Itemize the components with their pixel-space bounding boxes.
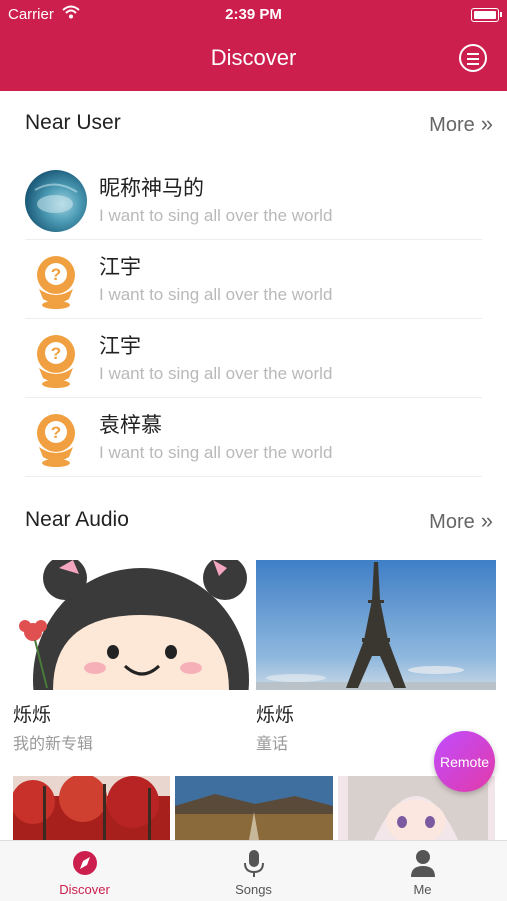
tab-label: Me <box>413 882 432 897</box>
audio-title: 烁烁 <box>13 705 52 726</box>
user-name: 江宇 <box>99 335 141 358</box>
battery-icon <box>471 8 502 22</box>
user-subtitle: I want to sing all over the world <box>99 285 333 304</box>
more-label: More <box>429 511 475 533</box>
user-name: 昵称神马的 <box>99 177 204 200</box>
person-icon <box>409 849 437 884</box>
tab-songs[interactable]: Songs <box>169 841 338 901</box>
divider <box>25 476 482 477</box>
audio-subtitle: 童话 <box>256 736 289 753</box>
user-name: 袁梓慕 <box>99 414 162 437</box>
tab-me[interactable]: Me <box>338 841 507 901</box>
audio-title: 烁烁 <box>256 705 295 726</box>
status-bar: Carrier 2:39 PM <box>0 0 507 30</box>
svg-text:?: ? <box>51 344 61 363</box>
eiffel-tower-cover-image <box>256 560 496 690</box>
audio-subtitle: 我的新专辑 <box>13 736 94 753</box>
autumn-trees-thumbnail[interactable] <box>13 776 170 840</box>
near-audio-header: Near Audio More» <box>0 500 507 540</box>
road-landscape-thumbnail[interactable] <box>175 776 333 840</box>
near-user-more-button[interactable]: More» <box>429 111 493 137</box>
remote-label: Remote <box>439 753 490 770</box>
user-row[interactable]: ? 江宇 I want to sing all over the world <box>0 239 507 319</box>
user-subtitle: I want to sing all over the world <box>99 364 333 383</box>
user-row[interactable]: 昵称神马的 I want to sing all over the world <box>0 160 507 240</box>
default-avatar-icon: ? <box>25 249 87 311</box>
section-title: Near User <box>25 111 121 134</box>
default-avatar-icon: ? <box>25 407 87 469</box>
user-row[interactable]: ? 袁梓慕 I want to sing all over the world <box>0 397 507 477</box>
microphone-icon <box>240 849 268 884</box>
nav-bar: Discover <box>0 30 507 91</box>
tab-bar: Discover Songs Me <box>0 840 507 901</box>
avatar <box>25 170 87 232</box>
svg-text:?: ? <box>51 423 61 442</box>
menu-icon[interactable] <box>459 44 487 72</box>
double-chevron-right-icon: » <box>480 508 493 533</box>
default-avatar-icon: ? <box>25 328 87 390</box>
section-title: Near Audio <box>25 508 129 531</box>
more-label: More <box>429 114 475 136</box>
compass-icon <box>71 849 99 882</box>
remote-button[interactable]: Remote <box>434 731 495 792</box>
double-chevron-right-icon: » <box>480 111 493 136</box>
user-subtitle: I want to sing all over the world <box>99 206 333 225</box>
near-user-header: Near User More» <box>0 103 507 143</box>
user-subtitle: I want to sing all over the world <box>99 443 333 462</box>
tab-discover[interactable]: Discover <box>0 841 169 901</box>
cartoon-girl-cover-image <box>13 560 253 690</box>
svg-text:?: ? <box>51 265 61 284</box>
tab-label: Discover <box>59 882 110 897</box>
tab-label: Songs <box>235 882 272 897</box>
user-name: 江宇 <box>99 256 141 279</box>
clock: 2:39 PM <box>225 6 282 23</box>
page-title: Discover <box>210 45 297 70</box>
user-row[interactable]: ? 江宇 I want to sing all over the world <box>0 318 507 398</box>
audio-card[interactable]: 烁烁 童话 <box>256 560 496 760</box>
near-audio-more-button[interactable]: More» <box>429 508 493 534</box>
audio-card[interactable]: 烁烁 我的新专辑 <box>13 560 253 760</box>
